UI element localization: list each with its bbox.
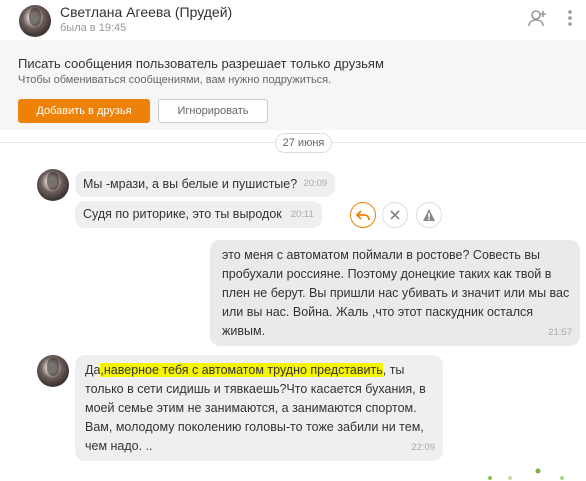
close-icon[interactable]: [382, 202, 408, 228]
message-time: 20:11: [290, 209, 314, 220]
message-text: это меня с автоматом поймали в ростове? …: [222, 248, 570, 338]
incoming-message[interactable]: Судя по риторике, это ты выродок 20:11: [75, 201, 322, 228]
reply-icon[interactable]: [350, 202, 376, 228]
add-friend-button[interactable]: Добавить в друзья: [18, 99, 150, 123]
ignore-button[interactable]: Игнорировать: [158, 99, 268, 123]
add-user-icon[interactable]: [528, 8, 548, 28]
message-time: 21:57: [548, 327, 572, 338]
loading-dots-icon: [488, 468, 564, 480]
messaging-restriction-notice: Писать сообщения пользователь разрешает …: [0, 40, 586, 130]
avatar[interactable]: [19, 5, 51, 37]
notice-title: Писать сообщения пользователь разрешает …: [18, 56, 384, 71]
message-time: 22:09: [411, 442, 435, 453]
incoming-message[interactable]: Мы -мрази, а вы белые и пушистые? 20:09: [75, 171, 336, 197]
warning-icon[interactable]: [416, 202, 442, 228]
contact-status: была в 19:45: [60, 22, 127, 34]
avatar[interactable]: [37, 169, 69, 201]
message-text: Да: [85, 363, 101, 377]
date-separator: 27 июня: [275, 133, 332, 153]
message-text: Судя по риторике, это ты выродок: [83, 207, 282, 221]
avatar[interactable]: [37, 355, 69, 387]
message-text: Мы -мрази, а вы белые и пушистые?: [83, 177, 298, 191]
contact-name[interactable]: Светлана Агеева (Прудей): [60, 4, 232, 20]
outgoing-message[interactable]: это меня с автоматом поймали в ростове? …: [210, 240, 580, 346]
incoming-message[interactable]: Да,наверное тебя с автоматом трудно пред…: [75, 355, 443, 461]
more-icon[interactable]: [560, 8, 580, 28]
chat-header: Светлана Агеева (Прудей) была в 19:45: [0, 0, 586, 40]
message-time: 20:09: [303, 178, 328, 189]
highlighted-text: ,наверное тебя с автоматом трудно предст…: [100, 363, 383, 377]
notice-subtitle: Чтобы обмениваться сообщениями, вам нужн…: [18, 74, 332, 86]
